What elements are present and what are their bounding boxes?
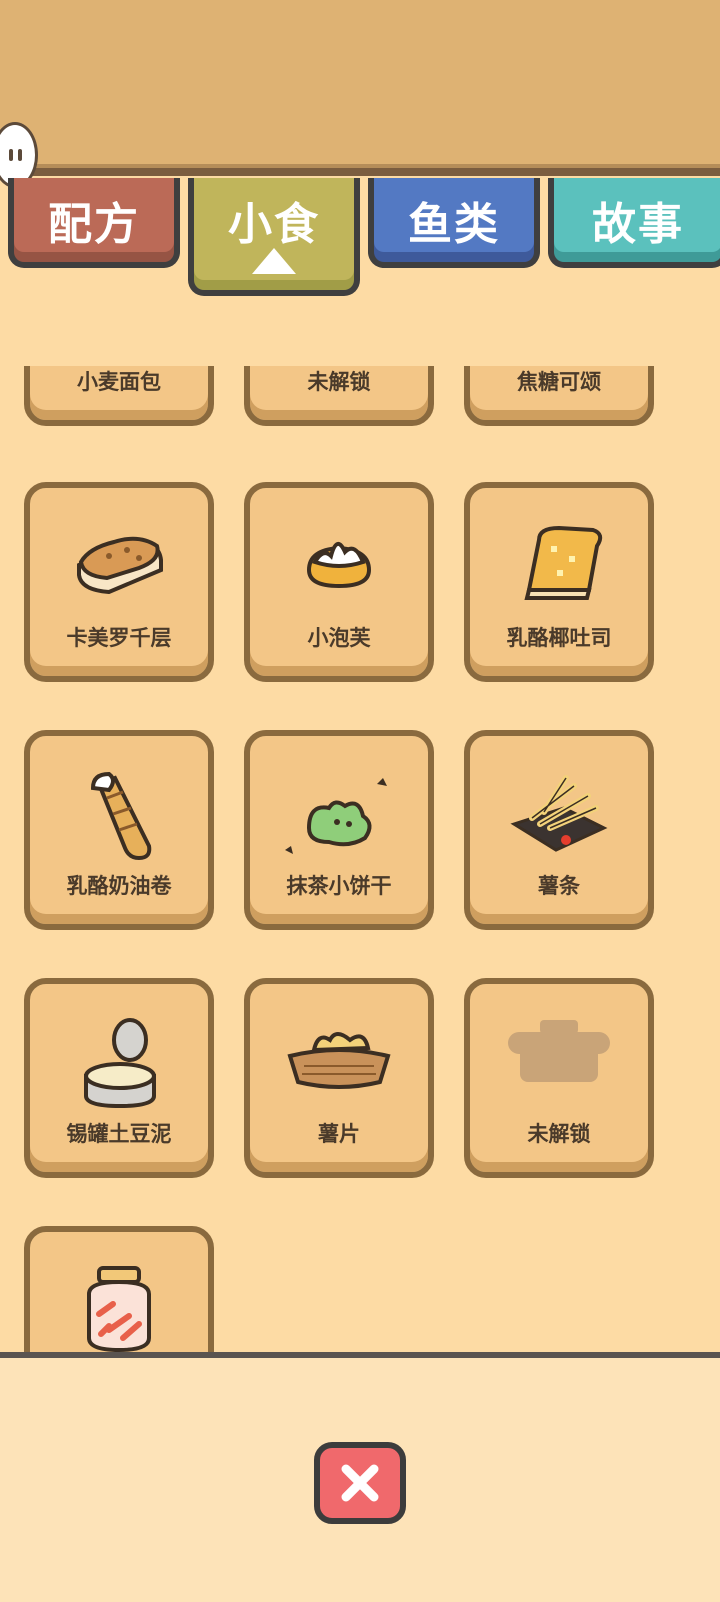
french-fries-icon <box>510 775 608 852</box>
item-card-french-fries[interactable]: 薯条 <box>464 730 654 930</box>
item-name: 小麦面包 <box>77 370 161 394</box>
close-button[interactable] <box>314 1442 406 1524</box>
item-name: 未解锁 <box>527 1122 591 1146</box>
item-name: 锡罐土豆泥 <box>66 1122 172 1146</box>
pickle-jar-icon <box>87 1266 151 1352</box>
item-card-tin-mashed-potato[interactable]: 锡罐土豆泥 <box>24 978 214 1178</box>
item-name: 乳酪奶油卷 <box>66 874 172 898</box>
tab-snack[interactable]: 小食 <box>188 178 360 296</box>
cheese-coconut-toast-icon <box>524 525 603 600</box>
tab-snack-label: 小食 <box>228 199 320 250</box>
item-name: 焦糖可颂 <box>517 370 601 394</box>
item-card-cream-puff[interactable]: 小泡芙 <box>244 482 434 682</box>
active-caret-icon <box>252 248 296 274</box>
item-card-locked[interactable]: 未解锁 <box>244 366 434 426</box>
snack-grid[interactable]: 小麦面包 未解锁 焦糖可颂 卡美罗千层 小泡芙 乳酪椰吐司 乳酪奶油卷 抹茶小饼… <box>0 366 720 1352</box>
tab-recipe-label: 配方 <box>48 199 140 250</box>
cheese-cream-roll-icon <box>90 771 152 861</box>
item-name: 薯片 <box>318 1122 360 1146</box>
top-banner <box>0 0 720 176</box>
item-card-potato-chips[interactable]: 薯片 <box>244 978 434 1178</box>
item-card-wheat-bread[interactable]: 小麦面包 <box>24 366 214 426</box>
item-card-cheese-cream-roll[interactable]: 乳酪奶油卷 <box>24 730 214 930</box>
item-name: 乳酪椰吐司 <box>506 626 612 650</box>
tin-mashed-potato-icon <box>84 1018 156 1109</box>
item-card-camelot-mille-feuille[interactable]: 卡美罗千层 <box>24 482 214 682</box>
item-card-cheese-coconut-toast[interactable]: 乳酪椰吐司 <box>464 482 654 682</box>
item-name: 小泡芙 <box>307 626 371 650</box>
item-name: 薯条 <box>538 874 580 898</box>
item-card-matcha-cookie[interactable]: 抹茶小饼干 <box>244 730 434 930</box>
item-name: 卡美罗千层 <box>66 626 172 650</box>
camelot-mille-feuille-icon <box>77 536 163 595</box>
cream-puff-icon <box>306 542 372 589</box>
potato-chips-icon <box>287 1032 391 1089</box>
tab-story-label: 故事 <box>592 199 684 250</box>
locked-pot-icon <box>508 1020 610 1082</box>
tab-fish-label: 鱼类 <box>408 199 500 250</box>
item-name: 未解锁 <box>307 370 371 394</box>
item-card-pickle-jar[interactable] <box>24 1226 214 1352</box>
item-card-locked-pot[interactable]: 未解锁 <box>464 978 654 1178</box>
close-icon <box>341 1464 379 1502</box>
banner-divider <box>0 168 720 176</box>
item-card-caramel-croissant[interactable]: 焦糖可颂 <box>464 366 654 426</box>
tab-story[interactable]: 故事 <box>548 178 720 268</box>
tab-fish[interactable]: 鱼类 <box>368 178 540 268</box>
matcha-cookie-icon <box>285 778 387 854</box>
item-name: 抹茶小饼干 <box>286 874 392 898</box>
tab-recipe[interactable]: 配方 <box>8 178 180 268</box>
